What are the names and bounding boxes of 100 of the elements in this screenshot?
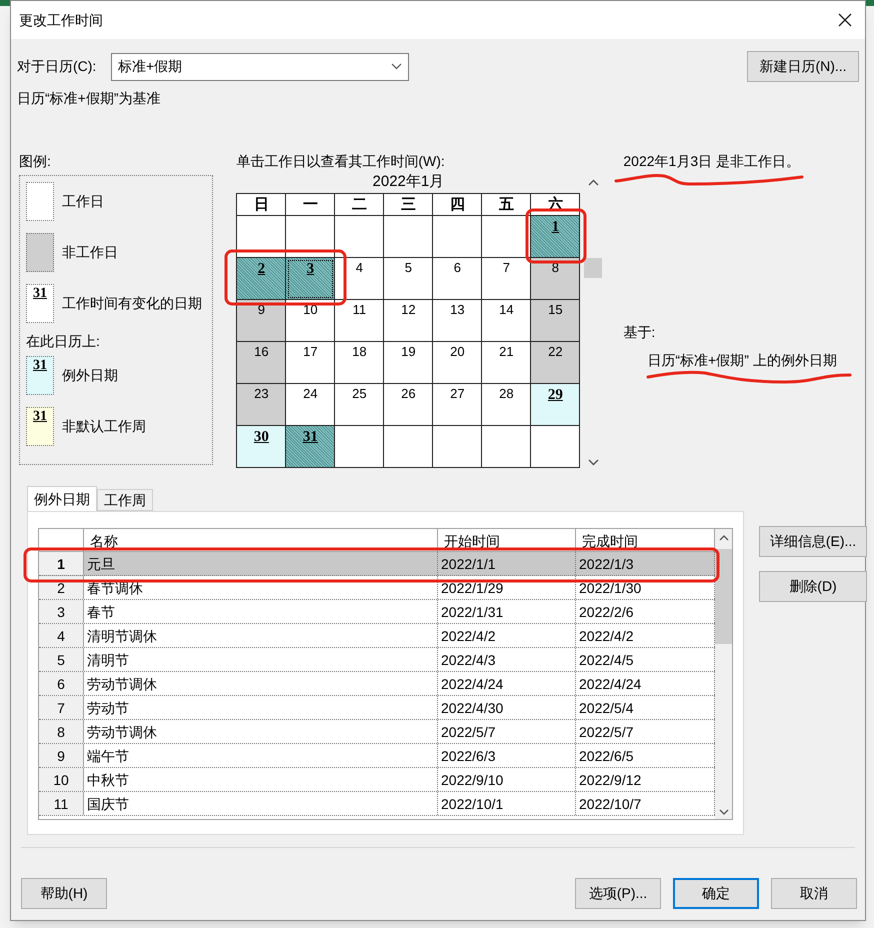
calendar-day[interactable]: 1 (531, 216, 580, 258)
calendar-day[interactable] (433, 216, 482, 258)
window-title: 更改工作时间 (19, 10, 103, 30)
table-cell: 2022/1/1 (438, 552, 576, 575)
calendar-day[interactable] (335, 216, 384, 258)
table-cell: 端午节 (84, 744, 438, 767)
calendar-day[interactable]: 18 (335, 342, 384, 384)
table-cell: 劳动节 (84, 696, 438, 719)
calendar-day[interactable]: 26 (384, 384, 434, 426)
calendar-day[interactable]: 27 (433, 384, 482, 426)
side-button[interactable]: 详细信息(E)... (759, 526, 867, 557)
month-title: 2022年1月 (372, 172, 446, 192)
chevron-down-icon (391, 63, 402, 70)
footer-button[interactable]: 取消 (771, 878, 857, 909)
table-cell: 2022/5/7 (438, 720, 576, 743)
table-cell: 春节 (84, 600, 438, 623)
footer-button[interactable]: 确定 (673, 878, 759, 909)
calendar-day[interactable] (237, 216, 286, 258)
table-cell: 劳动节调休 (84, 720, 438, 743)
legend-title: 图例: (19, 152, 52, 171)
calendar-day[interactable] (482, 216, 532, 258)
calendar-day[interactable]: 12 (384, 300, 434, 342)
calendar-day[interactable] (433, 426, 482, 468)
table-row[interactable]: 10 中秋节 2022/9/10 2022/9/12 (39, 768, 715, 792)
tab[interactable]: 例外日期 (27, 486, 97, 511)
calendar-day[interactable]: 30 (237, 426, 286, 468)
table-row[interactable]: 7 劳动节 2022/4/30 2022/5/4 (39, 696, 715, 720)
legend-label: 非默认工作周 (62, 417, 146, 436)
new-calendar-button[interactable]: 新建日历(N)... (747, 51, 859, 82)
legend-swatch (26, 233, 54, 272)
table-row[interactable]: 3 春节 2022/1/31 2022/2/6 (39, 600, 715, 624)
tab[interactable]: 工作周 (97, 489, 153, 511)
scroll-down-icon[interactable] (588, 459, 599, 466)
calendar-day[interactable]: 28 (482, 384, 532, 426)
calendar-day[interactable]: 11 (335, 300, 384, 342)
column-header[interactable]: 开始时间 (438, 529, 576, 551)
calendar-day[interactable]: 31 (286, 426, 336, 468)
row-number: 3 (39, 600, 84, 623)
calendar-day[interactable]: 19 (384, 342, 434, 384)
calendar-day[interactable]: 21 (482, 342, 532, 384)
calendar-hint: 单击工作日以查看其工作时间(W): (236, 152, 446, 171)
calendar-day[interactable]: 16 (237, 342, 286, 384)
calendar-day[interactable] (335, 426, 384, 468)
calendar-day[interactable]: 17 (286, 342, 336, 384)
calendar-day[interactable]: 22 (531, 342, 580, 384)
legend-label: 例外日期 (62, 366, 118, 385)
row-number: 11 (39, 792, 84, 815)
calendar-day[interactable]: 4 (335, 258, 384, 300)
table-row[interactable]: 9 端午节 2022/6/3 2022/6/5 (39, 744, 715, 768)
table-cell: 2022/4/24 (438, 672, 576, 695)
scroll-up-icon[interactable] (588, 179, 599, 186)
row-number: 8 (39, 720, 84, 743)
table-cell: 劳动节调休 (84, 672, 438, 695)
based-on-label: 基于: (623, 323, 656, 342)
table-row[interactable]: 6 劳动节调休 2022/4/24 2022/4/24 (39, 672, 715, 696)
footer-button[interactable]: 选项(P)... (575, 878, 661, 909)
side-button[interactable]: 删除(D) (759, 571, 867, 602)
table-cell: 清明节 (84, 648, 438, 671)
calendar-day[interactable]: 23 (237, 384, 286, 426)
calendar-day[interactable] (531, 426, 580, 468)
row-number: 4 (39, 624, 84, 647)
legend-swatch: 31 (26, 284, 54, 323)
based-on-text: 日历“标准+假期” 上的例外日期 (647, 351, 837, 370)
calendar-day[interactable]: 13 (433, 300, 482, 342)
legend-swatch: 31 (26, 407, 54, 446)
calendar-day[interactable] (482, 426, 532, 468)
calendar-day[interactable]: 29 (531, 384, 580, 426)
base-note: 日历“标准+假期”为基准 (17, 89, 162, 108)
scroll-down-icon[interactable] (718, 809, 728, 815)
table-cell: 2022/4/3 (438, 648, 576, 671)
calendar-day[interactable] (286, 216, 336, 258)
scroll-up-icon[interactable] (718, 535, 728, 541)
status-text: 2022年1月3日 是非工作日。 (623, 152, 800, 171)
calendar-day[interactable]: 3 (286, 258, 336, 300)
scroll-thumb[interactable] (584, 258, 602, 278)
table-row[interactable]: 11 国庆节 2022/10/1 2022/10/7 (39, 792, 715, 816)
calendar-day[interactable]: 15 (531, 300, 580, 342)
table-cell: 2022/1/31 (438, 600, 576, 623)
help-button[interactable]: 帮助(H) (21, 878, 107, 909)
calendar-day[interactable]: 7 (482, 258, 532, 300)
table-cell: 元旦 (84, 552, 438, 575)
calendar-day[interactable]: 20 (433, 342, 482, 384)
calendar-day[interactable] (384, 426, 434, 468)
scrollbar[interactable] (715, 529, 732, 819)
table-row[interactable]: 8 劳动节调休 2022/5/7 2022/5/7 (39, 720, 715, 744)
column-header[interactable]: 名称 (84, 529, 438, 551)
calendar-day[interactable]: 14 (482, 300, 532, 342)
table-row[interactable]: 1 元旦 2022/1/1 2022/1/3 (39, 552, 715, 576)
calendar-dropdown[interactable]: 标准+假期 (111, 52, 409, 80)
calendar-day[interactable]: 2 (237, 258, 286, 300)
table-cell: 2022/4/2 (438, 624, 576, 647)
calendar-day[interactable] (384, 216, 434, 258)
legend-heading: 在此日历上: (26, 332, 101, 351)
table-row[interactable]: 5 清明节 2022/4/3 2022/4/5 (39, 648, 715, 672)
scroll-thumb[interactable] (715, 549, 732, 644)
table-row[interactable]: 4 清明节调休 2022/4/2 2022/4/2 (39, 624, 715, 648)
calendar-day[interactable]: 5 (384, 258, 434, 300)
calendar-day[interactable]: 25 (335, 384, 384, 426)
calendar-day[interactable]: 24 (286, 384, 336, 426)
calendar-day[interactable]: 6 (433, 258, 482, 300)
